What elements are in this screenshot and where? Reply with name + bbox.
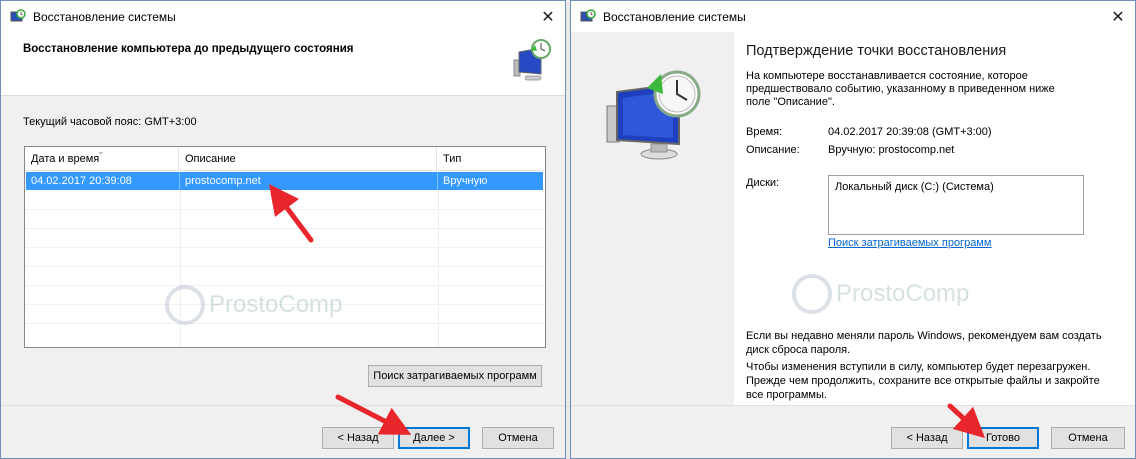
restore-monitor-icon <box>511 38 551 84</box>
column-label: Описание <box>185 152 236 165</box>
watermark-text: ProstoComp <box>836 280 970 307</box>
close-icon[interactable]: ✕ <box>1101 1 1135 32</box>
watermark-logo: ProstoComp <box>792 274 969 314</box>
wizard-footer <box>1 405 565 458</box>
window-title: Восстановление системы <box>603 9 746 24</box>
cancel-button[interactable]: Отмена <box>482 427 554 449</box>
system-restore-icon <box>10 8 26 25</box>
back-button[interactable]: < Назад <box>891 427 963 449</box>
column-label: Тип <box>443 152 462 165</box>
restart-note: Чтобы изменения вступили в силу, компьют… <box>746 361 1100 401</box>
grid-line <box>25 209 545 210</box>
system-restore-window-right: Восстановление системы ✕ Подтверждение т… <box>570 0 1136 459</box>
scan-affected-programs-link[interactable]: Поиск затрагиваемых программ <box>828 237 991 249</box>
column-header-type[interactable]: Тип <box>437 147 540 170</box>
back-button[interactable]: < Назад <box>322 427 394 449</box>
finish-button[interactable]: Готово <box>967 427 1039 449</box>
restore-points-list[interactable]: ⌄ Дата и время Описание Тип 04.02.2017 2… <box>24 146 546 348</box>
cell-description: prostocomp.net <box>180 172 438 190</box>
page-title: Подтверждение точки восстановления <box>746 43 1007 59</box>
column-label: Дата и время <box>31 152 100 165</box>
close-icon[interactable]: ✕ <box>531 1 565 32</box>
grid-line <box>25 266 545 267</box>
list-header: ⌄ Дата и время Описание Тип <box>25 146 545 171</box>
column-header-datetime[interactable]: ⌄ Дата и время <box>25 146 179 170</box>
time-label: Время: <box>746 126 783 138</box>
watermark-logo: ProstoComp <box>165 285 342 325</box>
power-logo-icon <box>165 285 205 325</box>
restore-monitor-large-icon <box>601 64 705 167</box>
side-panel <box>571 32 734 407</box>
column-header-description[interactable]: Описание <box>179 147 437 170</box>
wizard-header: Восстановление компьютера до предыдущего… <box>1 32 565 96</box>
table-row-selected[interactable]: 04.02.2017 20:39:08 prostocomp.net Вручн… <box>26 172 543 190</box>
cell-type: Вручную <box>443 175 488 187</box>
description-label: Описание: <box>746 144 800 156</box>
timezone-label: Текущий часовой пояс: GMT+3:00 <box>23 116 197 128</box>
sort-caret-icon: ⌄ <box>97 146 105 156</box>
title-bar: Восстановление системы ✕ <box>1 1 565 32</box>
description-value: Вручную: prostocomp.net <box>828 144 955 156</box>
page-title: Восстановление компьютера до предыдущего… <box>23 43 354 55</box>
disks-label: Диски: <box>746 177 780 189</box>
disk-item: Локальный диск (C:) (Система) <box>835 181 994 193</box>
cancel-button[interactable]: Отмена <box>1051 427 1125 449</box>
cell-datetime: 04.02.2017 20:39:08 <box>26 172 180 190</box>
system-restore-window-left: Восстановление системы ✕ Восстановление … <box>0 0 566 459</box>
power-logo-icon <box>792 274 832 314</box>
grid-line <box>25 228 545 229</box>
watermark-text: ProstoComp <box>209 291 343 318</box>
intro-text: На компьютере восстанавливается состояни… <box>746 70 1055 108</box>
title-bar: Восстановление системы ✕ <box>571 1 1135 32</box>
scan-affected-programs-button[interactable]: Поиск затрагиваемых программ <box>368 365 542 387</box>
window-title: Восстановление системы <box>33 9 176 24</box>
time-value: 04.02.2017 20:39:08 (GMT+3:00) <box>828 126 992 138</box>
next-button[interactable]: Далее > <box>398 427 470 449</box>
password-note: Если вы недавно меняли пароль Windows, р… <box>746 330 1102 356</box>
grid-line <box>25 247 545 248</box>
disks-listbox[interactable]: Локальный диск (C:) (Система) <box>828 175 1084 235</box>
system-restore-icon <box>580 8 596 25</box>
